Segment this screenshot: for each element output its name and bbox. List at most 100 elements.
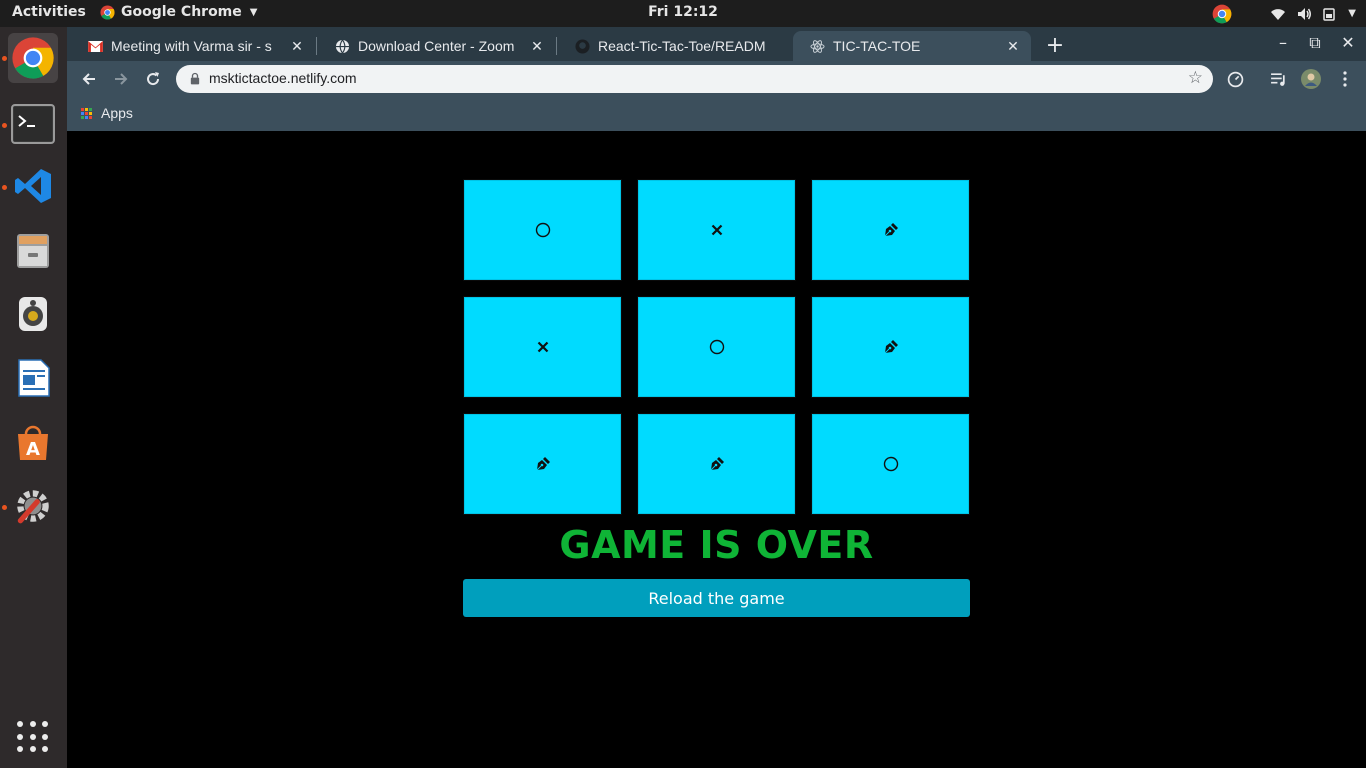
battery-icon[interactable] [1322, 6, 1338, 22]
grid-dot-icon [17, 733, 23, 740]
bookmarks-bar: Apps [67, 97, 1366, 131]
dock-vscode[interactable] [8, 161, 58, 211]
dock-chrome[interactable] [8, 33, 58, 83]
volume-icon[interactable] [1296, 6, 1312, 22]
board-cell[interactable] [811, 413, 970, 515]
running-indicator [2, 505, 7, 510]
board-cell[interactable] [463, 296, 622, 398]
tab-github[interactable]: React-Tic-Tac-Toe/READM [558, 31, 792, 61]
page-content: GAME IS OVER Reload the game [67, 131, 1366, 768]
chrome-menu-icon[interactable] [1335, 69, 1355, 89]
dock-files[interactable] [8, 225, 58, 275]
new-tab-button[interactable]: + [1043, 33, 1067, 58]
software-center-icon: A [18, 425, 48, 460]
clock[interactable]: Fri 12:12 [648, 4, 718, 20]
tab-title: Meeting with Varma sir - s [111, 38, 272, 54]
grid-dot-icon [42, 721, 49, 727]
cross-icon [711, 224, 723, 236]
gnome-top-bar: Activities Google Chrome ▼ Fri 12:12 ▼ [0, 0, 1366, 27]
wifi-icon[interactable] [1270, 6, 1286, 22]
tab-zoom[interactable]: Download Center - Zoom ✕ [318, 31, 555, 61]
libreoffice-writer-icon [18, 359, 50, 397]
bookmark-star-icon[interactable]: ☆ [1188, 68, 1203, 88]
gmail-icon [87, 38, 103, 54]
chrome-tray-icon[interactable] [1212, 4, 1232, 24]
forward-button[interactable] [109, 67, 133, 91]
ubuntu-dock: A [0, 27, 67, 768]
grid-dot-icon [42, 746, 49, 753]
system-menu-caret-icon[interactable]: ▼ [1348, 8, 1356, 19]
tab-strip: Meeting with Varma sir - s ✕ Download Ce… [67, 27, 1366, 61]
activities-button[interactable]: Activities [12, 4, 86, 20]
tab-tictactoe[interactable]: TIC-TAC-TOE ✕ [793, 31, 1031, 61]
reload-game-button[interactable]: Reload the game [463, 579, 970, 617]
board-cell[interactable] [811, 296, 970, 398]
dock-settings[interactable] [8, 481, 58, 531]
running-indicator [2, 123, 7, 128]
extension-speed-icon[interactable] [1225, 69, 1245, 89]
lock-icon [190, 72, 200, 85]
grid-dot-icon [42, 733, 49, 740]
dock-software[interactable]: A [8, 417, 58, 467]
grid-dot-icon [17, 746, 23, 753]
tab-title: TIC-TAC-TOE [833, 38, 921, 54]
board-cell[interactable] [811, 179, 970, 281]
show-applications-button[interactable] [13, 717, 53, 757]
svg-text:A: A [26, 439, 40, 460]
board-cell[interactable] [637, 179, 796, 281]
maximize-window-icon[interactable]: ⧉ [1303, 33, 1327, 53]
tab-title: React-Tic-Tac-Toe/READM [598, 38, 766, 54]
media-controls-icon[interactable] [1268, 69, 1288, 89]
forward-arrow-icon [115, 73, 128, 85]
close-tab-icon[interactable]: ✕ [287, 38, 307, 55]
tab-separator [316, 37, 317, 55]
rhythmbox-icon [19, 297, 47, 331]
github-icon [574, 38, 590, 54]
circle-icon [535, 222, 551, 238]
pen-nib-icon [883, 222, 899, 238]
minimize-window-icon[interactable]: – [1271, 33, 1295, 52]
reload-icon [147, 72, 160, 86]
grid-dot-icon [29, 733, 36, 740]
grid-dot-icon [29, 746, 36, 753]
system-tray[interactable]: ▼ [1212, 3, 1356, 24]
board-cell[interactable] [637, 296, 796, 398]
files-icon [17, 234, 49, 268]
app-menu[interactable]: Google Chrome ▼ [100, 4, 257, 20]
apps-bookmark[interactable]: Apps [81, 105, 133, 121]
close-window-icon[interactable]: ✕ [1336, 33, 1360, 52]
pen-nib-icon [709, 456, 725, 472]
circle-icon [709, 339, 725, 355]
back-button[interactable] [77, 67, 101, 91]
chrome-icon [12, 37, 54, 79]
chrome-icon [100, 4, 115, 20]
grid-dot-icon [29, 721, 36, 727]
address-bar[interactable]: msktictactoe.netlify.com ☆ [176, 65, 1213, 93]
tab-gmail[interactable]: Meeting with Varma sir - s ✕ [71, 31, 315, 61]
board-cell[interactable] [463, 413, 622, 515]
dock-terminal[interactable] [8, 99, 58, 149]
game-status: GAME IS OVER [559, 523, 874, 567]
circle-icon [883, 456, 899, 472]
apps-label: Apps [101, 105, 133, 121]
pen-nib-icon [535, 456, 551, 472]
dock-writer[interactable] [8, 353, 58, 403]
reload-page-button[interactable] [141, 67, 165, 91]
vscode-icon [15, 169, 51, 203]
back-arrow-icon [82, 73, 95, 85]
settings-icon [17, 490, 49, 524]
profile-avatar[interactable] [1301, 69, 1321, 89]
close-tab-icon[interactable]: ✕ [527, 38, 547, 55]
board-cell[interactable] [637, 413, 796, 515]
cross-icon [537, 341, 549, 353]
dock-rhythmbox[interactable] [8, 289, 58, 339]
close-tab-icon[interactable]: ✕ [1003, 38, 1023, 55]
grid-dot-icon [17, 721, 23, 727]
react-icon [809, 38, 825, 54]
caret-down-icon: ▼ [249, 6, 258, 18]
apps-grid-icon [81, 107, 92, 119]
board-cell[interactable] [463, 179, 622, 281]
url-text: msktictactoe.netlify.com [209, 70, 357, 86]
terminal-icon [11, 104, 55, 144]
pen-nib-icon [883, 339, 899, 355]
